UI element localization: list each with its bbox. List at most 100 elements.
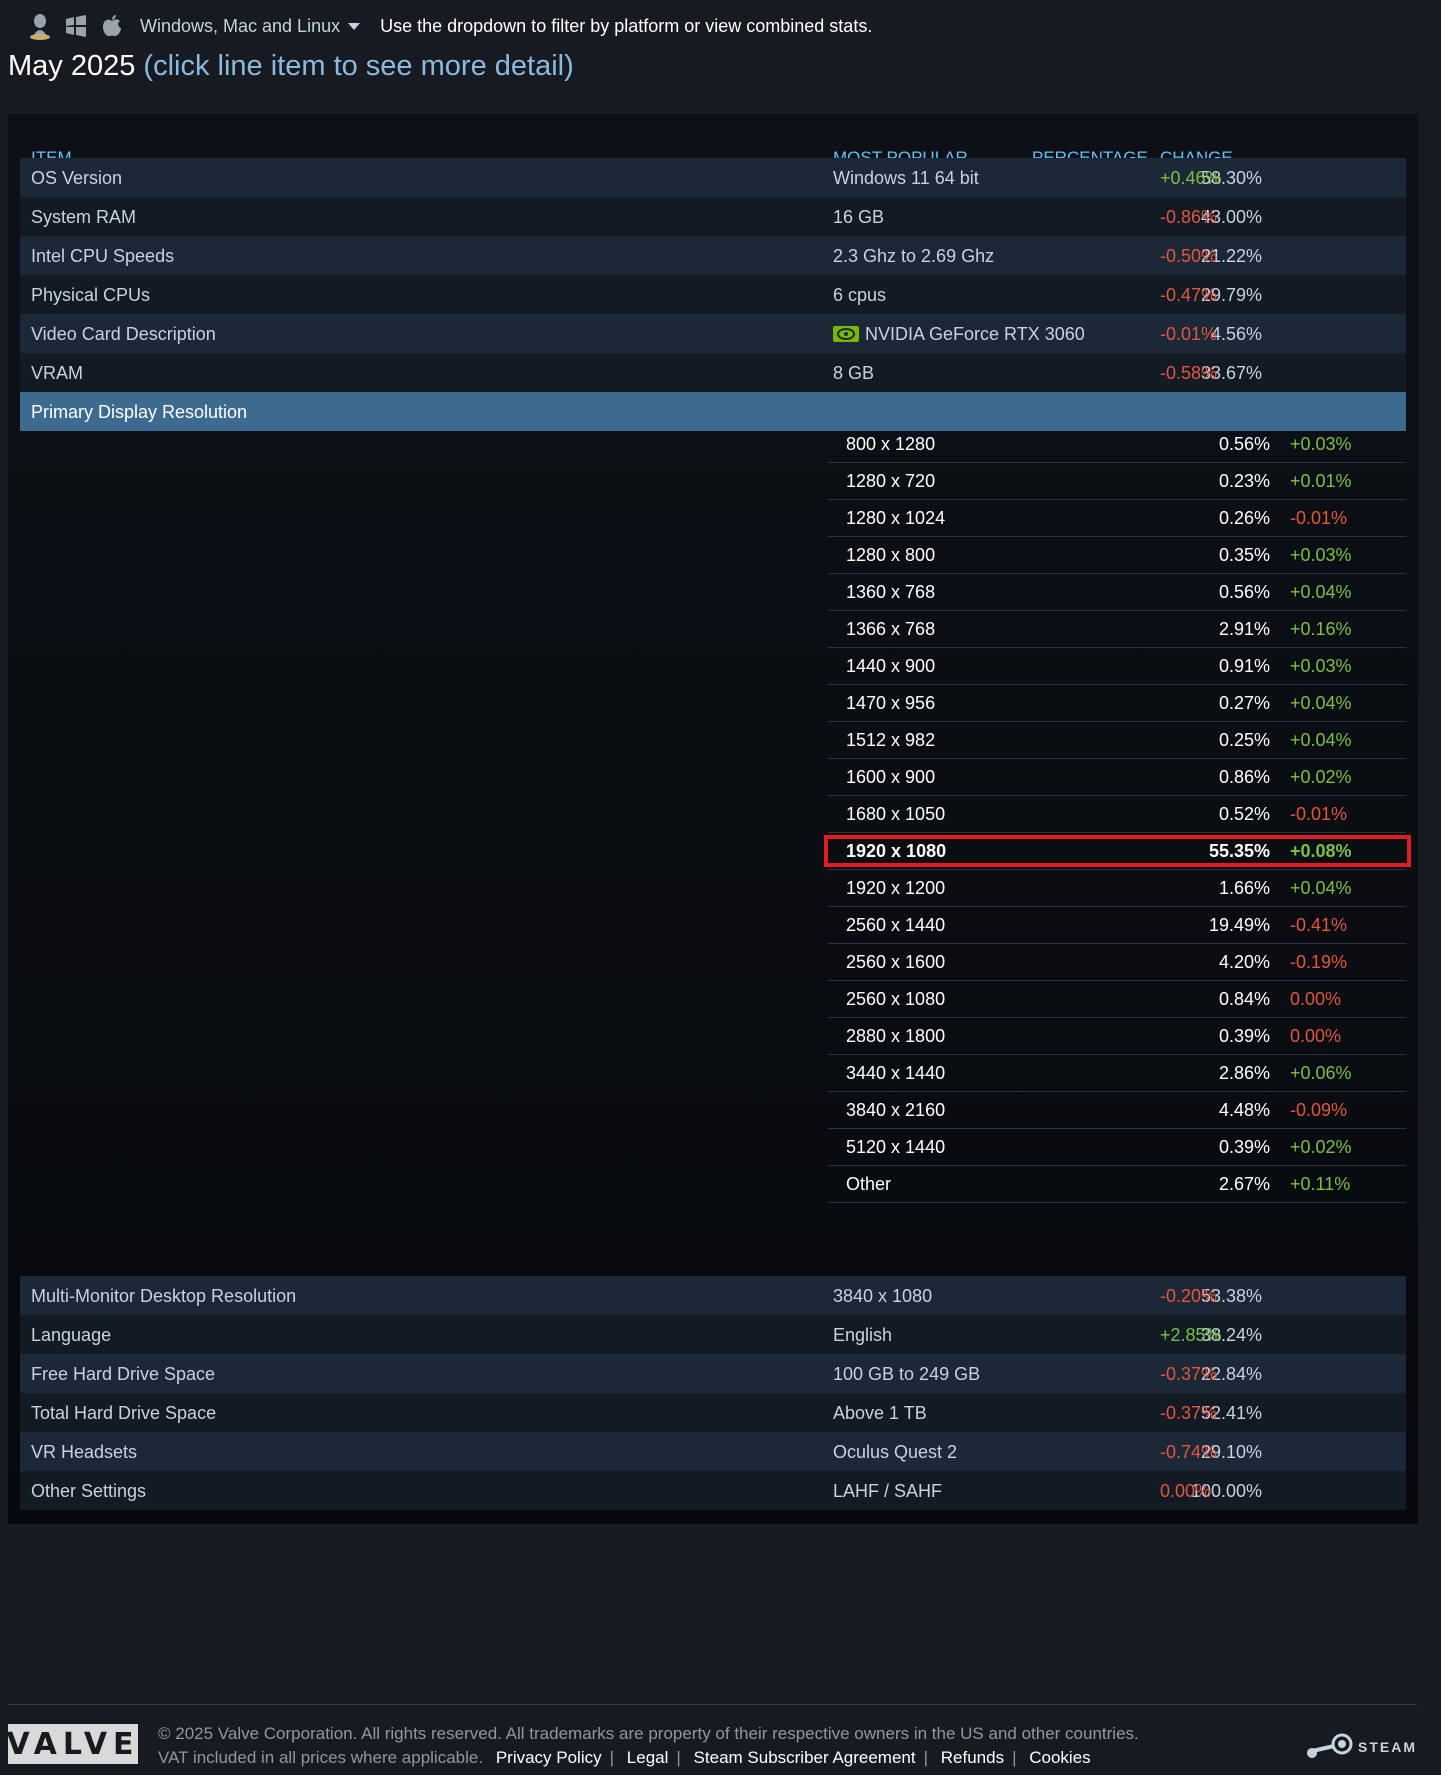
resolution-value: 1366 x 768 xyxy=(846,619,936,639)
resolution-row[interactable]: 800 x 1280 0.56% +0.03% xyxy=(828,426,1406,463)
table-row-intel-cpu-speeds[interactable]: Intel CPU Speeds 2.3 Ghz to 2.69 Ghz 21.… xyxy=(20,236,1406,275)
table-row-language[interactable]: Language English 38.24% +2.85% xyxy=(20,1315,1406,1354)
row-item: Video Card Description xyxy=(31,324,216,344)
resolution-change: +0.11% xyxy=(1290,1174,1351,1194)
resolution-percentage: 0.91% xyxy=(1218,656,1270,676)
resolution-percentage: 2.67% xyxy=(1218,1174,1270,1194)
resolution-value: 1920 x 1080 xyxy=(846,841,947,861)
resolution-row[interactable]: 2560 x 1440 19.49% -0.41% xyxy=(828,907,1406,944)
row-item: Primary Display Resolution xyxy=(31,402,248,422)
resolution-value: 3440 x 1440 xyxy=(846,1063,946,1083)
resolution-row[interactable]: 1470 x 956 0.27% +0.04% xyxy=(828,685,1406,722)
row-change: -0.01% xyxy=(1160,324,1218,344)
valve-logo[interactable]: VALVE xyxy=(6,1724,138,1764)
resolution-row[interactable]: 1360 x 768 0.56% +0.04% xyxy=(828,574,1406,611)
resolution-value: 1440 x 900 xyxy=(846,656,936,676)
resolution-row[interactable]: 1920 x 1080 55.35% +0.08% xyxy=(828,833,1406,870)
row-most-popular: LAHF / SAHF xyxy=(833,1481,943,1501)
resolution-change: -0.09% xyxy=(1290,1100,1348,1120)
row-most-popular: 6 cpus xyxy=(833,285,887,305)
resolution-change: 0.00% xyxy=(1290,1026,1342,1046)
platform-dropdown[interactable]: Windows, Mac and Linux xyxy=(140,16,361,37)
resolution-row[interactable]: Other 2.67% +0.11% xyxy=(828,1166,1406,1203)
table-row-total-hard-drive[interactable]: Total Hard Drive Space Above 1 TB 52.41%… xyxy=(20,1393,1406,1432)
resolution-change: +0.04% xyxy=(1290,693,1352,713)
row-most-popular: NVIDIA GeForce RTX 3060 xyxy=(833,324,1085,345)
resolution-change: -0.01% xyxy=(1290,804,1348,824)
resolution-value: 1280 x 720 xyxy=(846,471,936,491)
resolution-value: 2560 x 1080 xyxy=(846,989,946,1009)
subscriber-agreement-link[interactable]: Steam Subscriber Agreement xyxy=(694,1748,916,1767)
resolution-value: 1920 x 1200 xyxy=(846,878,946,898)
row-item: Free Hard Drive Space xyxy=(31,1364,216,1384)
row-most-popular: 100 GB to 249 GB xyxy=(833,1364,981,1384)
table-header: ITEM MOST POPULAR PERCENTAGE CHANGE xyxy=(20,130,1406,167)
table-row-vram[interactable]: VRAM 8 GB 33.67% -0.58% xyxy=(20,353,1406,392)
resolution-percentage: 0.84% xyxy=(1218,989,1270,1009)
resolution-percentage: 0.56% xyxy=(1218,582,1270,602)
row-most-popular: Windows 11 64 bit xyxy=(833,168,979,188)
apple-icon[interactable] xyxy=(98,12,126,40)
resolution-row[interactable]: 1512 x 982 0.25% +0.04% xyxy=(828,722,1406,759)
link-separator: | xyxy=(923,1748,929,1767)
table-row-os-version[interactable]: OS Version Windows 11 64 bit 58.30% +0.4… xyxy=(20,158,1406,197)
resolution-row[interactable]: 2880 x 1800 0.39% 0.00% xyxy=(828,1018,1406,1055)
resolution-change: +0.02% xyxy=(1290,767,1352,787)
resolution-row[interactable]: 1680 x 1050 0.52% -0.01% xyxy=(828,796,1406,833)
resolution-row[interactable]: 2560 x 1080 0.84% 0.00% xyxy=(828,981,1406,1018)
row-most-popular: 8 GB xyxy=(833,363,875,383)
resolution-row[interactable]: 5120 x 1440 0.39% +0.02% xyxy=(828,1129,1406,1166)
resolution-row[interactable]: 1920 x 1200 1.66% +0.04% xyxy=(828,870,1406,907)
table-row-system-ram[interactable]: System RAM 16 GB 43.00% -0.86% xyxy=(20,197,1406,236)
resolution-change: -0.19% xyxy=(1290,952,1348,972)
resolution-row[interactable]: 3440 x 1440 2.86% +0.06% xyxy=(828,1055,1406,1092)
row-item: OS Version xyxy=(31,168,123,188)
resolution-row[interactable]: 1280 x 800 0.35% +0.03% xyxy=(828,537,1406,574)
resolution-percentage: 0.86% xyxy=(1218,767,1270,787)
steam-logo[interactable]: STEAM xyxy=(1304,1732,1417,1762)
footer: VALVE © 2025 Valve Corporation. All righ… xyxy=(0,1658,1441,1775)
row-change: -0.86% xyxy=(1160,207,1218,227)
row-most-popular: 3840 x 1080 xyxy=(833,1286,933,1306)
gpu-name: NVIDIA GeForce RTX 3060 xyxy=(865,324,1085,344)
resolution-percentage: 1.66% xyxy=(1218,878,1270,898)
row-item: Physical CPUs xyxy=(31,285,151,305)
row-item: Multi-Monitor Desktop Resolution xyxy=(31,1286,297,1306)
legal-link[interactable]: Legal xyxy=(627,1748,669,1767)
resolution-percentage: 0.52% xyxy=(1218,804,1270,824)
resolution-row[interactable]: 1366 x 768 2.91% +0.16% xyxy=(828,611,1406,648)
resolution-percentage: 19.49% xyxy=(1208,915,1270,935)
resolution-row[interactable]: 1440 x 900 0.91% +0.03% xyxy=(828,648,1406,685)
table-row-other-settings[interactable]: Other Settings LAHF / SAHF 100.00% 0.00% xyxy=(20,1471,1406,1510)
linux-icon[interactable] xyxy=(26,12,54,40)
resolution-value: 1280 x 800 xyxy=(846,545,936,565)
resolution-change: +0.04% xyxy=(1290,730,1352,750)
row-change: -0.58% xyxy=(1160,363,1218,383)
table-row-video-card[interactable]: Video Card Description NVIDIA GeForce RT… xyxy=(20,314,1406,353)
row-item: Total Hard Drive Space xyxy=(31,1403,217,1423)
resolution-percentage: 55.35% xyxy=(1208,841,1270,861)
footer-divider xyxy=(8,1704,1417,1705)
privacy-policy-link[interactable]: Privacy Policy xyxy=(496,1748,602,1767)
windows-icon[interactable] xyxy=(62,12,90,40)
row-most-popular: English xyxy=(833,1325,893,1345)
resolution-row[interactable]: 2560 x 1600 4.20% -0.19% xyxy=(828,944,1406,981)
resolution-percentage: 2.91% xyxy=(1218,619,1270,639)
table-row-multi-monitor[interactable]: Multi-Monitor Desktop Resolution 3840 x … xyxy=(20,1276,1406,1315)
cookies-link[interactable]: Cookies xyxy=(1029,1748,1090,1767)
resolution-value: 1360 x 768 xyxy=(846,582,936,602)
resolution-row[interactable]: 1600 x 900 0.86% +0.02% xyxy=(828,759,1406,796)
resolution-percentage: 4.20% xyxy=(1218,952,1270,972)
resolution-percentage: 0.39% xyxy=(1218,1137,1270,1157)
resolution-row[interactable]: 3840 x 2160 4.48% -0.09% xyxy=(828,1092,1406,1129)
resolution-row[interactable]: 1280 x 720 0.23% +0.01% xyxy=(828,463,1406,500)
table-row-free-hard-drive[interactable]: Free Hard Drive Space 100 GB to 249 GB 2… xyxy=(20,1354,1406,1393)
refunds-link[interactable]: Refunds xyxy=(941,1748,1004,1767)
row-change: -0.37% xyxy=(1160,1364,1218,1384)
resolution-row[interactable]: 1280 x 1024 0.26% -0.01% xyxy=(828,500,1406,537)
row-change: +2.85% xyxy=(1160,1325,1222,1345)
resolution-change: +0.08% xyxy=(1290,841,1352,861)
table-row-vr-headsets[interactable]: VR Headsets Oculus Quest 2 29.10% -0.74% xyxy=(20,1432,1406,1471)
table-row-physical-cpus[interactable]: Physical CPUs 6 cpus 29.79% -0.47% xyxy=(20,275,1406,314)
resolution-value: Other xyxy=(846,1174,892,1194)
